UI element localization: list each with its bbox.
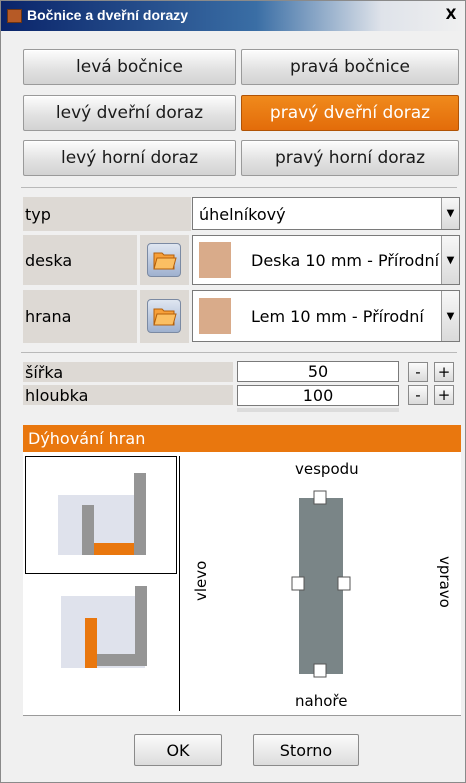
hrana-label: hrana <box>23 290 137 343</box>
hloubka-scroll-track <box>237 408 399 412</box>
deska-open-button[interactable] <box>147 243 181 277</box>
hloubka-label: hloubka <box>23 385 233 405</box>
tab-right-top-stop[interactable]: pravý horní doraz <box>241 140 459 176</box>
deska-value: Deska 10 mm - Přírodní <box>251 251 440 270</box>
chevron-down-icon[interactable]: ▼ <box>441 291 459 341</box>
edge-veneer-panel: vespodu nahoře vlevo vpravo <box>23 452 461 715</box>
chevron-down-icon[interactable]: ▼ <box>441 236 459 284</box>
divider <box>21 187 457 188</box>
sirka-increment-button[interactable]: + <box>434 362 454 382</box>
title-bar[interactable]: Bočnice a dveřní dorazy X <box>1 1 465 31</box>
edge-left-toggle <box>291 576 305 591</box>
edge-label-right: vpravo <box>436 556 454 608</box>
sirka-decrement-button[interactable]: - <box>408 362 428 382</box>
folder-icon <box>153 308 177 326</box>
tab-right-door-stop[interactable]: pravý dveřní doraz <box>241 95 459 131</box>
edge-veneer-header: Dýhování hran <box>23 425 461 452</box>
hrana-select[interactable]: Lem 10 mm - Přírodní ▼ <box>192 290 460 342</box>
profile-l-shape-alt-icon <box>61 586 147 668</box>
hloubka-input[interactable]: 100 <box>237 385 399 406</box>
typ-label: typ <box>23 197 191 231</box>
deska-label: deska <box>23 235 137 285</box>
edge-label-top: nahoře <box>295 692 348 710</box>
hrana-open-button[interactable] <box>147 299 181 333</box>
divider <box>179 456 180 711</box>
edge-top-toggle <box>313 663 327 678</box>
typ-value: úhelníkový <box>199 205 286 224</box>
hloubka-increment-button[interactable]: + <box>434 385 454 405</box>
window-title: Bočnice a dveřní dorazy <box>27 7 189 23</box>
edge-label-bottom: vespodu <box>295 460 359 478</box>
divider <box>21 352 457 353</box>
tab-left-door-stop[interactable]: levý dveřní doraz <box>23 95 236 131</box>
hrana-picker-cell <box>140 290 189 343</box>
hrana-color-swatch <box>199 298 231 334</box>
deska-select[interactable]: Deska 10 mm - Přírodní ▼ <box>192 235 460 285</box>
deska-color-swatch <box>199 242 231 278</box>
ok-button[interactable]: OK <box>134 734 222 766</box>
sirka-label: šířka <box>23 362 233 382</box>
dialog-window: Bočnice a dveřní dorazy X levá bočnice p… <box>0 0 466 783</box>
hloubka-decrement-button[interactable]: - <box>408 385 428 405</box>
tab-left-top-stop[interactable]: levý horní doraz <box>23 140 236 176</box>
edge-diagram <box>291 490 351 678</box>
tab-left-side[interactable]: levá bočnice <box>23 49 236 85</box>
app-icon <box>7 9 22 23</box>
close-button[interactable]: X <box>443 6 459 24</box>
cancel-button[interactable]: Storno <box>253 734 359 766</box>
divider <box>23 715 461 716</box>
profile-l-shape-icon <box>58 473 146 555</box>
edge-right-toggle <box>337 576 351 591</box>
chevron-down-icon[interactable]: ▼ <box>441 198 459 229</box>
profile-option-2[interactable] <box>25 576 177 694</box>
folder-icon <box>153 252 177 270</box>
profile-option-1[interactable] <box>25 456 177 574</box>
tab-right-side[interactable]: pravá bočnice <box>241 49 459 85</box>
typ-select[interactable]: úhelníkový ▼ <box>192 197 460 230</box>
edge-bottom-toggle <box>313 490 327 505</box>
edge-label-left: vlevo <box>192 560 210 601</box>
hrana-value: Lem 10 mm - Přírodní <box>251 307 424 326</box>
deska-picker-cell <box>140 235 189 285</box>
sirka-input[interactable]: 50 <box>237 361 399 382</box>
